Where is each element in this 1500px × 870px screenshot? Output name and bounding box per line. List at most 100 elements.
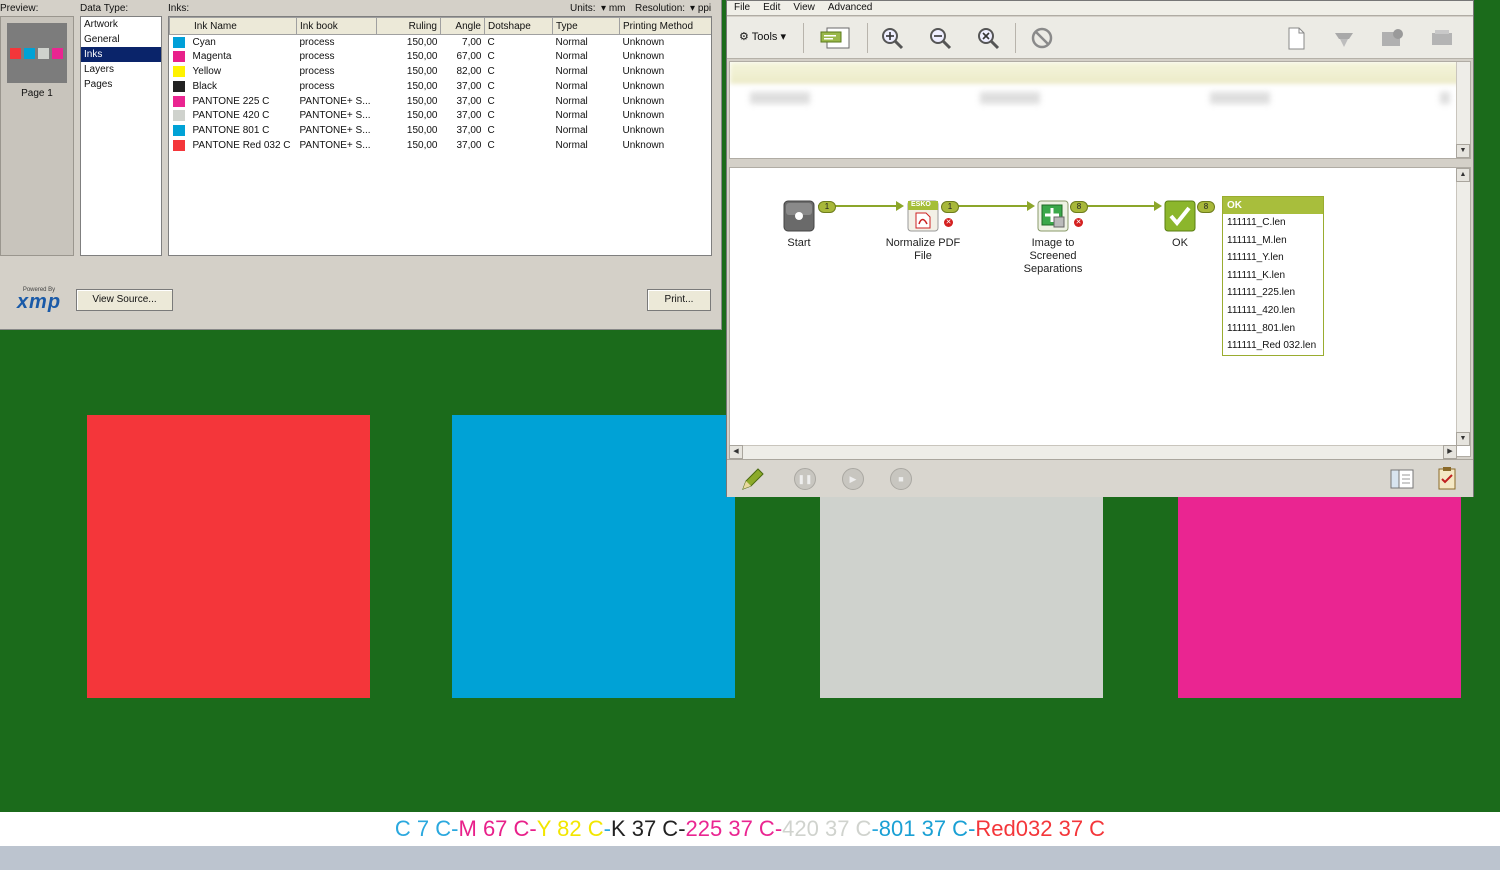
bottom-strip	[0, 846, 1500, 870]
ink-row[interactable]: Yellow process 150,00 82,00 C Normal Unknown	[170, 64, 712, 79]
page-thumbnail[interactable]	[7, 23, 67, 83]
workflow-window: File Edit View Advanced ⚙ Tools ▾ ▼ ▲ ▼ …	[726, 0, 1474, 497]
scroll-left-icon[interactable]: ◀	[729, 445, 743, 459]
ink-row[interactable]: Magenta process 150,00 67,00 C Normal Unknown	[170, 49, 712, 64]
ticket-icon[interactable]	[817, 25, 853, 51]
ink-name: Yellow	[192, 66, 222, 78]
start-node-icon[interactable]	[783, 200, 815, 232]
ink-name-cell: Cyan	[170, 35, 297, 50]
column-header[interactable]: Ruling	[376, 17, 441, 35]
ink-name: Magenta	[192, 51, 232, 63]
datatype-item-general[interactable]: General	[81, 32, 161, 47]
ink-name: PANTONE 225 C	[192, 95, 270, 107]
ink-row[interactable]: PANTONE 801 C PANTONE+ S... 150,00 37,00 C No…	[170, 123, 712, 138]
ink-method-cell: Unknown	[622, 36, 665, 48]
download-icon[interactable]	[1331, 25, 1357, 51]
column-header[interactable]: Ink Name	[169, 17, 297, 35]
menu-edit[interactable]: Edit	[763, 2, 780, 13]
toolbar-separator	[867, 23, 868, 53]
column-header[interactable]: Angle	[440, 17, 485, 35]
stop-button-icon[interactable]: ■	[890, 468, 912, 490]
ok-file-item[interactable]: 111111_M.len	[1223, 232, 1323, 250]
ink-name-cell: PANTONE 801 C	[170, 123, 297, 138]
scroll-right-icon[interactable]: ▶	[1443, 445, 1457, 459]
document-icon[interactable]	[1283, 25, 1309, 51]
error-icon: ✕	[1074, 218, 1083, 227]
view-source-button[interactable]: View Source...	[76, 289, 173, 311]
ink-name-cell: Magenta	[170, 49, 297, 64]
ink-row[interactable]: Cyan process 150,00 7,00 C Normal Unknown	[170, 35, 712, 50]
datatype-item-layers[interactable]: Layers	[81, 62, 161, 77]
menu-file[interactable]: File	[734, 2, 750, 13]
ink-ruling-cell: 150,00	[406, 125, 438, 137]
job-list-panel: ▼	[729, 61, 1471, 159]
caption-segment: C 7 C	[394, 816, 452, 841]
pane-splitter[interactable]	[727, 159, 1473, 167]
menu-advanced[interactable]: Advanced	[828, 2, 872, 13]
caption-segment: -	[871, 816, 879, 841]
ok-file-item[interactable]: 111111_K.len	[1223, 267, 1323, 285]
inks-table: Ink Name Ink book Ruling Angle Dotshape Type P…	[168, 16, 712, 256]
column-header[interactable]: Type	[552, 17, 620, 35]
settings-folder-icon[interactable]	[1379, 25, 1405, 51]
ink-book-cell: PANTONE+ S...	[299, 95, 371, 107]
tag-icon[interactable]	[1429, 25, 1455, 51]
blurred-row	[750, 92, 1450, 104]
datatype-item-artwork[interactable]: Artwork	[81, 17, 161, 32]
ink-ruling-cell: 150,00	[406, 65, 438, 77]
xmp-logo-text: xmp	[16, 291, 62, 313]
ink-row[interactable]: PANTONE Red 032 C PANTONE+ S... 150,00 37,0…	[170, 138, 712, 153]
zoom-in-icon[interactable]	[879, 25, 905, 51]
canvas-hscrollbar[interactable]: ◀ ▶	[729, 445, 1457, 459]
ok-file-item[interactable]: 111111_Y.len	[1223, 249, 1323, 267]
ok-file-item[interactable]: 111111_C.len	[1223, 214, 1323, 232]
ok-file-item[interactable]: 111111_225.len	[1223, 284, 1323, 302]
scroll-up-icon[interactable]: ▲	[1456, 168, 1470, 182]
swatch-blue	[452, 415, 735, 698]
ink-color-chip	[172, 95, 185, 107]
column-header[interactable]: Ink book	[296, 17, 377, 35]
column-header[interactable]: Dotshape	[484, 17, 553, 35]
clipboard-icon[interactable]	[1437, 466, 1457, 490]
toolbar: ⚙ Tools ▾	[727, 17, 1473, 59]
ink-row[interactable]: PANTONE 420 C PANTONE+ S... 150,00 37,00 C No…	[170, 108, 712, 123]
tools-menu[interactable]: ⚙ Tools ▾	[739, 30, 786, 43]
ok-node-label: OK	[1172, 237, 1188, 249]
menu-bar: File Edit View Advanced	[727, 1, 1473, 16]
canvas-vscrollbar[interactable]: ▲ ▼	[1456, 168, 1470, 446]
caption-segment: K 37 C	[610, 816, 679, 841]
ink-type-cell: Normal	[555, 139, 588, 151]
pause-icon[interactable]: ❚❚	[794, 468, 816, 490]
ink-method-cell: Unknown	[622, 125, 665, 137]
ok-file-item[interactable]: 111111_420.len	[1223, 302, 1323, 320]
menu-view[interactable]: View	[793, 2, 815, 13]
connector-count-badge: 1	[941, 201, 959, 213]
scroll-down-icon[interactable]: ▼	[1456, 432, 1470, 446]
units-dropdown[interactable]: ▾ mm	[601, 3, 625, 14]
ink-angle-cell: 67,00	[456, 51, 482, 63]
column-header[interactable]: Printing Method	[619, 17, 711, 35]
scroll-down-icon[interactable]: ▼	[1456, 144, 1470, 158]
zoom-fit-icon[interactable]	[975, 25, 1001, 51]
checkmark-icon[interactable]	[1164, 200, 1196, 232]
job-list-scrollbar[interactable]: ▼	[1456, 62, 1470, 158]
ink-row[interactable]: Black process 150,00 37,00 C Normal Unknown	[170, 79, 712, 94]
zoom-out-icon[interactable]	[927, 25, 953, 51]
datatype-item-inks[interactable]: Inks	[81, 47, 161, 62]
page-label: Page 1	[21, 88, 53, 99]
ink-name: PANTONE Red 032 C	[192, 140, 291, 152]
ok-file-item[interactable]: 111111_801.len	[1223, 320, 1323, 338]
panel-layout-icon[interactable]	[1390, 469, 1414, 489]
stop-icon[interactable]	[1029, 25, 1055, 51]
ink-ruling-cell: 150,00	[406, 36, 438, 48]
print-button[interactable]: Print...	[647, 289, 711, 311]
pencil-icon[interactable]	[739, 467, 765, 493]
play-icon[interactable]: ▶	[842, 468, 864, 490]
screening-icon[interactable]	[1037, 200, 1069, 232]
datatype-item-pages[interactable]: Pages	[81, 77, 161, 92]
datatype-list: Artwork General Inks Layers Pages	[80, 16, 162, 256]
caption-segment: -	[603, 816, 611, 841]
resolution-dropdown[interactable]: ▾ ppi	[690, 3, 711, 14]
ok-file-item[interactable]: 111111_Red 032.len	[1223, 337, 1323, 355]
ink-row[interactable]: PANTONE 225 C PANTONE+ S... 150,00 37,00 C No…	[170, 94, 712, 109]
